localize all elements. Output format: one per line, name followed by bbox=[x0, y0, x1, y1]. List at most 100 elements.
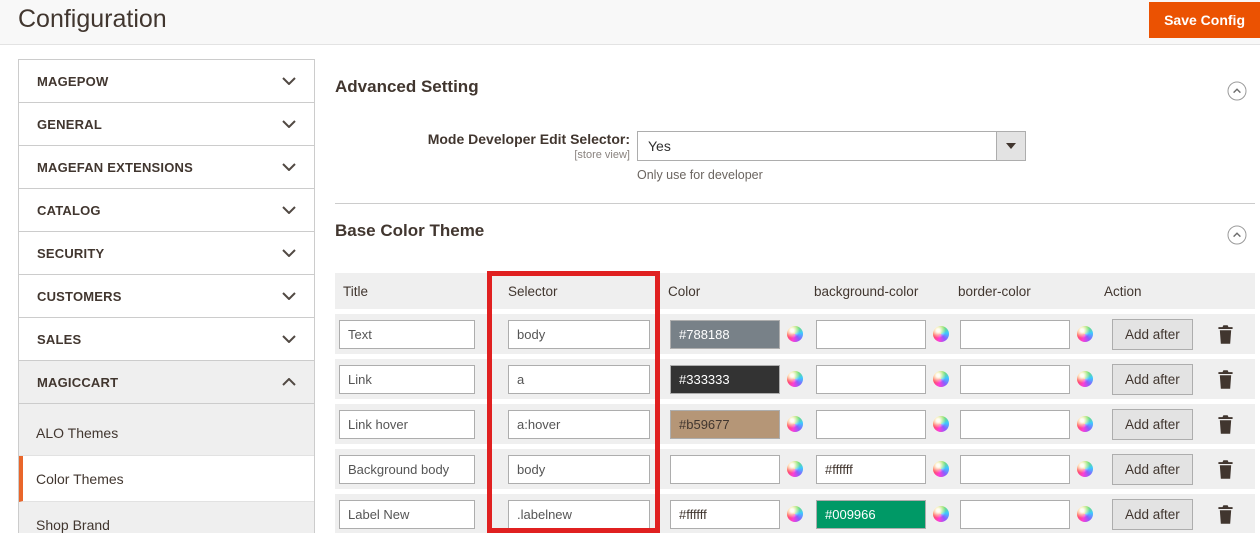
select-value: Yes bbox=[648, 138, 671, 154]
color-wheel-icon[interactable] bbox=[787, 326, 803, 342]
color-wheel-icon[interactable] bbox=[933, 506, 949, 522]
border-color-input[interactable] bbox=[960, 365, 1070, 394]
title-input[interactable] bbox=[339, 410, 475, 439]
sidebar-item-magiccart[interactable]: MAGICCART bbox=[19, 361, 314, 404]
sidebar-item-label: SECURITY bbox=[37, 246, 104, 261]
main-content: Advanced Setting Mode Developer Edit Sel… bbox=[335, 59, 1255, 533]
color-wheel-icon[interactable] bbox=[933, 326, 949, 342]
chevron-down-icon bbox=[282, 206, 296, 214]
color-wheel-icon[interactable] bbox=[787, 506, 803, 522]
color-wheel-icon[interactable] bbox=[1077, 371, 1093, 387]
page-header: Configuration Save Config bbox=[0, 0, 1260, 45]
sidebar-item-label: SALES bbox=[37, 332, 81, 347]
table-header-row: Title Selector Color background-color bo… bbox=[335, 273, 1255, 309]
color-wheel-icon[interactable] bbox=[787, 371, 803, 387]
mode-developer-field-row: Mode Developer Edit Selector: [store vie… bbox=[335, 131, 1255, 182]
title-input[interactable] bbox=[339, 365, 475, 394]
table-row: Add after bbox=[335, 449, 1255, 489]
background-color-input[interactable] bbox=[816, 500, 926, 529]
field-scope-label: [store view] bbox=[335, 149, 630, 161]
sidebar-item-sales[interactable]: SALES bbox=[19, 318, 314, 361]
table-row: Add after bbox=[335, 494, 1255, 533]
color-input[interactable] bbox=[670, 410, 780, 439]
sidebar-item-catalog[interactable]: CATALOG bbox=[19, 189, 314, 232]
sidebar-item-customers[interactable]: CUSTOMERS bbox=[19, 275, 314, 318]
sidebar-item-magepow[interactable]: MAGEPOW bbox=[19, 60, 314, 103]
color-wheel-icon[interactable] bbox=[1077, 326, 1093, 342]
config-sidebar: MAGEPOW GENERAL MAGEFAN EXTENSIONS CATAL… bbox=[18, 59, 315, 533]
sidebar-item-label: MAGEFAN EXTENSIONS bbox=[37, 160, 193, 175]
mode-developer-select[interactable]: Yes bbox=[637, 131, 1026, 161]
field-note: Only use for developer bbox=[637, 168, 1026, 182]
sidebar-item-magefan-extensions[interactable]: MAGEFAN EXTENSIONS bbox=[19, 146, 314, 189]
add-after-button[interactable]: Add after bbox=[1112, 409, 1193, 440]
color-wheel-icon[interactable] bbox=[933, 371, 949, 387]
color-wheel-icon[interactable] bbox=[933, 461, 949, 477]
background-color-input[interactable] bbox=[816, 320, 926, 349]
trash-icon[interactable] bbox=[1217, 460, 1234, 479]
sidebar-subitem-shop-brand[interactable]: Shop Brand bbox=[19, 502, 314, 533]
add-after-button[interactable]: Add after bbox=[1112, 319, 1193, 350]
chevron-down-icon bbox=[282, 335, 296, 343]
trash-icon[interactable] bbox=[1217, 325, 1234, 344]
column-header-selector: Selector bbox=[500, 284, 660, 299]
collapse-section-icon[interactable] bbox=[1227, 81, 1247, 101]
border-color-input[interactable] bbox=[960, 320, 1070, 349]
selector-input[interactable] bbox=[508, 500, 650, 529]
field-label: Mode Developer Edit Selector: bbox=[335, 131, 630, 148]
color-wheel-icon[interactable] bbox=[787, 461, 803, 477]
magiccart-subitems: ALO Themes Color Themes Shop Brand bbox=[19, 404, 314, 533]
sidebar-subitem-alo-themes[interactable]: ALO Themes bbox=[19, 410, 314, 456]
color-wheel-icon[interactable] bbox=[1077, 461, 1093, 477]
border-color-input[interactable] bbox=[960, 410, 1070, 439]
trash-icon[interactable] bbox=[1217, 505, 1234, 524]
background-color-input[interactable] bbox=[816, 365, 926, 394]
sidebar-item-general[interactable]: GENERAL bbox=[19, 103, 314, 146]
selector-input[interactable] bbox=[508, 455, 650, 484]
title-input[interactable] bbox=[339, 500, 475, 529]
sidebar-item-label: CUSTOMERS bbox=[37, 289, 122, 304]
color-input[interactable] bbox=[670, 500, 780, 529]
title-input[interactable] bbox=[339, 320, 475, 349]
trash-icon[interactable] bbox=[1217, 415, 1234, 434]
title-input[interactable] bbox=[339, 455, 475, 484]
color-input[interactable] bbox=[670, 365, 780, 394]
selector-input[interactable] bbox=[508, 365, 650, 394]
advanced-setting-title: Advanced Setting bbox=[335, 77, 479, 97]
sidebar-item-security[interactable]: SECURITY bbox=[19, 232, 314, 275]
trash-icon[interactable] bbox=[1217, 370, 1234, 389]
sidebar-item-label: CATALOG bbox=[37, 203, 101, 218]
collapse-section-icon[interactable] bbox=[1227, 225, 1247, 245]
sidebar-item-label: MAGICCART bbox=[37, 375, 118, 390]
border-color-input[interactable] bbox=[960, 500, 1070, 529]
color-wheel-icon[interactable] bbox=[1077, 416, 1093, 432]
color-wheel-icon[interactable] bbox=[933, 416, 949, 432]
dropdown-arrow-icon[interactable] bbox=[996, 132, 1025, 160]
color-wheel-icon[interactable] bbox=[787, 416, 803, 432]
selector-input[interactable] bbox=[508, 410, 650, 439]
column-header-background-color: background-color bbox=[806, 284, 950, 299]
border-color-input[interactable] bbox=[960, 455, 1070, 484]
table-row: Add after bbox=[335, 359, 1255, 399]
color-input[interactable] bbox=[670, 455, 780, 484]
background-color-input[interactable] bbox=[816, 410, 926, 439]
add-after-button[interactable]: Add after bbox=[1112, 499, 1193, 530]
background-color-input[interactable] bbox=[816, 455, 926, 484]
chevron-up-icon bbox=[282, 378, 296, 386]
color-input[interactable] bbox=[670, 320, 780, 349]
add-after-button[interactable]: Add after bbox=[1112, 454, 1193, 485]
column-header-title: Title bbox=[335, 284, 500, 299]
selector-input[interactable] bbox=[508, 320, 650, 349]
sidebar-item-label: GENERAL bbox=[37, 117, 102, 132]
sidebar-subitem-color-themes[interactable]: Color Themes bbox=[19, 456, 314, 502]
add-after-button[interactable]: Add after bbox=[1112, 364, 1193, 395]
column-header-color: Color bbox=[660, 284, 806, 299]
save-config-button[interactable]: Save Config bbox=[1149, 2, 1260, 38]
section-divider bbox=[335, 203, 1255, 204]
column-header-border-color: border-color bbox=[950, 284, 1096, 299]
page-title: Configuration bbox=[18, 5, 167, 34]
color-wheel-icon[interactable] bbox=[1077, 506, 1093, 522]
chevron-down-icon bbox=[282, 249, 296, 257]
table-row: Add after bbox=[335, 314, 1255, 354]
base-color-theme-table: Title Selector Color background-color bo… bbox=[335, 273, 1255, 533]
